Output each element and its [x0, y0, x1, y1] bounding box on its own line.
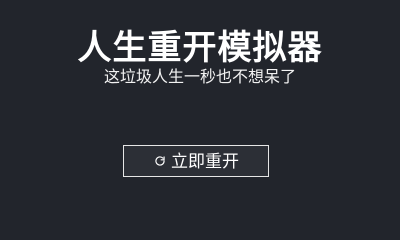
start-screen: 人生重开模拟器 这垃圾人生一秒也不想呆了 立即重开: [0, 0, 400, 200]
refresh-icon: [153, 154, 167, 168]
restart-button[interactable]: 立即重开: [123, 145, 269, 177]
page-subtitle: 这垃圾人生一秒也不想呆了: [103, 67, 296, 86]
page-title: 人生重开模拟器: [77, 28, 323, 68]
restart-button-label: 立即重开: [171, 151, 239, 171]
